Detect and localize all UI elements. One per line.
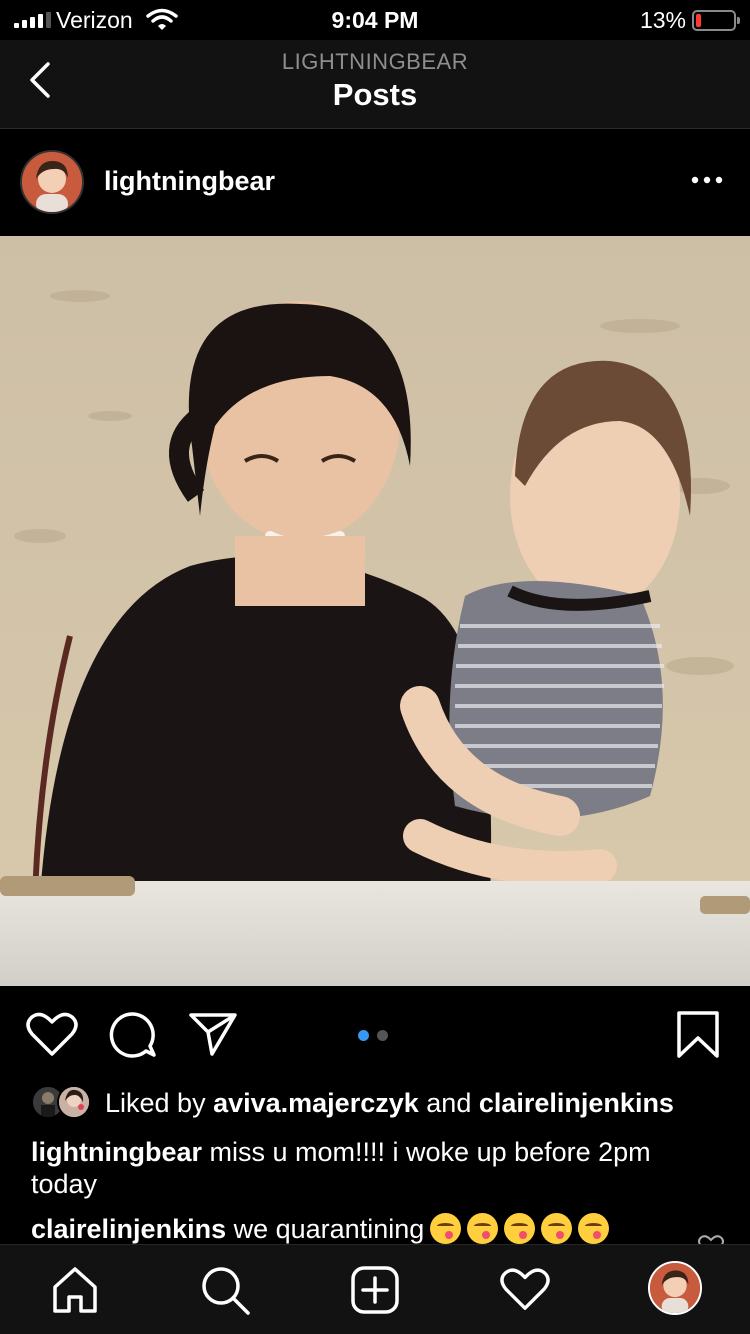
profile-avatar[interactable] (648, 1261, 702, 1315)
battery-percent: 13% (639, 7, 686, 33)
bottom-tab-bar (0, 1244, 750, 1334)
post-author-username[interactable]: lightningbear (104, 166, 275, 197)
header-account-name: LIGHTNINGBEAR (281, 49, 469, 74)
face-savoring-food-emoji (467, 1213, 499, 1244)
like-heart-icon[interactable] (26, 1010, 78, 1058)
liker-username[interactable]: clairelinjenkins (479, 1088, 674, 1118)
post-author-avatar[interactable] (20, 150, 84, 214)
comment-emojis (424, 1213, 610, 1244)
post-actions (0, 986, 750, 1082)
status-time: 9:04 PM (331, 7, 419, 33)
status-bar: Verizon 9:04 PM 13% (0, 0, 750, 40)
likes-joiner: and (426, 1088, 472, 1118)
activity-heart-icon[interactable] (500, 1265, 550, 1313)
battery-level-fill (696, 14, 701, 27)
comment-text: we quarantining (233, 1214, 425, 1244)
face-savoring-food-emoji (541, 1213, 573, 1244)
share-paper-plane-icon[interactable] (188, 1010, 238, 1058)
comment-username[interactable]: clairelinjenkins (31, 1214, 226, 1244)
post-caption: lightningbear miss u mom!!!! i woke up b… (31, 1136, 721, 1200)
search-icon[interactable] (200, 1265, 252, 1317)
comment-preview[interactable]: clairelinjenkins we quarantining (31, 1212, 721, 1244)
nav-header: LIGHTNINGBEAR Posts (0, 40, 750, 129)
post-header: lightningbear (0, 130, 750, 236)
face-savoring-food-emoji (430, 1213, 462, 1244)
new-post-icon[interactable] (350, 1265, 400, 1315)
carousel-dot (377, 1030, 388, 1041)
face-savoring-food-emoji (504, 1213, 536, 1244)
likes-prefix: Liked by (105, 1088, 206, 1118)
liker-username[interactable]: aviva.majerczyk (213, 1088, 419, 1118)
caption-username[interactable]: lightningbear (31, 1137, 202, 1167)
post-photo[interactable] (0, 236, 750, 986)
save-bookmark-icon[interactable] (676, 1010, 720, 1060)
likes-row[interactable]: Liked by aviva.majerczyk and clairelinje… (0, 1082, 750, 1124)
carousel-indicator (358, 1030, 388, 1041)
home-icon[interactable] (50, 1265, 100, 1315)
comment-bubble-icon[interactable] (108, 1010, 158, 1060)
battery-icon (692, 10, 740, 31)
more-options-icon[interactable] (690, 170, 724, 190)
face-savoring-food-emoji (578, 1213, 610, 1244)
likes-summary: Liked by aviva.majerczyk and clairelinje… (105, 1088, 674, 1119)
page-title: Posts (332, 77, 418, 112)
carousel-dot (358, 1030, 369, 1041)
liker-avatar (57, 1085, 91, 1119)
